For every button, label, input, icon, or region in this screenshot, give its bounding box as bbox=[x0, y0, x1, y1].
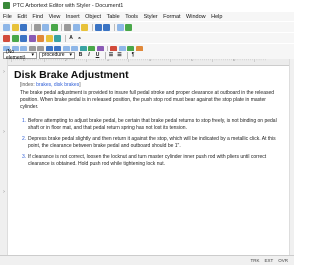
menu-window[interactable]: Window bbox=[186, 14, 206, 20]
tag-gutter: › › › bbox=[0, 59, 8, 255]
style-select[interactable]: procedure ▾ bbox=[39, 51, 75, 59]
vertical-scrollbar[interactable] bbox=[289, 59, 294, 255]
title-bar: PTC Arbortext Editor with Styler - Docum… bbox=[0, 0, 294, 11]
preview-icon[interactable] bbox=[54, 34, 61, 42]
status-bar: TRK EXT OVR bbox=[0, 255, 294, 265]
modify-attributes-icon[interactable] bbox=[37, 34, 44, 42]
save-icon[interactable] bbox=[20, 23, 27, 31]
undo-icon[interactable] bbox=[94, 23, 102, 31]
bulleted-list-icon[interactable]: ☰ bbox=[108, 52, 115, 59]
toolbar-divider bbox=[91, 23, 93, 31]
split-icon[interactable] bbox=[20, 34, 27, 42]
status-ext[interactable]: EXT bbox=[264, 258, 273, 263]
check-icon[interactable] bbox=[125, 23, 132, 31]
spellcheck-icon[interactable] bbox=[50, 23, 58, 31]
toolbar-divider bbox=[113, 23, 115, 31]
print-icon[interactable] bbox=[33, 23, 41, 31]
open-folder-icon[interactable] bbox=[11, 23, 19, 31]
chevron-down-icon: ▾ bbox=[31, 52, 34, 58]
section-marker-icon[interactable]: › bbox=[1, 69, 7, 75]
document-title: Disk Brake Adjustment bbox=[14, 69, 129, 81]
step-number: 2. bbox=[22, 136, 27, 142]
menu-tools[interactable]: Tools bbox=[125, 14, 138, 20]
index-close: ] bbox=[79, 82, 81, 88]
italic-button[interactable]: I bbox=[86, 52, 93, 59]
app-icon bbox=[3, 2, 10, 9]
menu-styler[interactable]: Styler bbox=[144, 14, 158, 20]
index-entry: [index: brakes, disk brakes] bbox=[20, 82, 81, 88]
list-item: 2. Depress brake pedal slightly and then… bbox=[20, 136, 284, 150]
standard-toolbar bbox=[0, 22, 294, 32]
menu-help[interactable]: Help bbox=[211, 14, 222, 20]
intro-paragraph: The brake pedal adjustment is provided t… bbox=[20, 90, 275, 110]
font-size-decrease-icon[interactable]: a bbox=[76, 35, 83, 42]
change-markup-icon[interactable] bbox=[11, 34, 19, 42]
toolbar-divider bbox=[64, 34, 66, 42]
list-marker-icon[interactable]: › bbox=[1, 129, 7, 135]
menu-bar: File Edit Find View Insert Object Table … bbox=[0, 12, 294, 21]
chevron-down-icon: ▾ bbox=[69, 52, 72, 58]
toolbar-divider bbox=[30, 23, 32, 31]
step-number: 1. bbox=[22, 118, 27, 124]
menu-object[interactable]: Object bbox=[85, 14, 101, 20]
menu-edit[interactable]: Edit bbox=[17, 14, 26, 20]
menu-insert[interactable]: Insert bbox=[66, 14, 80, 20]
join-icon[interactable] bbox=[28, 34, 36, 42]
list-marker-icon[interactable]: › bbox=[1, 189, 7, 195]
menu-view[interactable]: View bbox=[49, 14, 61, 20]
menu-find[interactable]: Find bbox=[32, 14, 43, 20]
menu-format[interactable]: Format bbox=[163, 14, 180, 20]
print-preview-icon[interactable] bbox=[42, 23, 49, 31]
copy-icon[interactable] bbox=[72, 23, 80, 31]
insert-markup-icon[interactable] bbox=[3, 34, 10, 42]
toolbar-divider bbox=[61, 23, 62, 31]
format-toolbar: (No element) ▾ procedure ▾ B I U ☰ ☰ ¶ bbox=[0, 49, 294, 61]
cut-icon[interactable] bbox=[64, 23, 71, 31]
font-size-icon[interactable]: A bbox=[68, 35, 75, 42]
index-label: [index: bbox=[20, 82, 37, 88]
status-trk[interactable]: TRK bbox=[250, 258, 259, 263]
paste-icon[interactable] bbox=[81, 23, 88, 31]
menu-table[interactable]: Table bbox=[107, 14, 120, 20]
paragraph-mark-icon[interactable]: ¶ bbox=[130, 52, 137, 59]
step-number: 3. bbox=[22, 154, 27, 160]
numbered-list-icon[interactable]: ☰ bbox=[116, 52, 123, 59]
list-item: 1. Before attempting to adjust brake ped… bbox=[20, 118, 284, 132]
toolbar-divider bbox=[104, 51, 106, 59]
menu-file[interactable]: File bbox=[3, 14, 12, 20]
document-area[interactable]: Disk Brake Adjustment [index: brakes, di… bbox=[10, 68, 288, 254]
markup-toolbar: A a bbox=[0, 33, 294, 43]
step-text: Before attempting to adjust brake pedal,… bbox=[28, 118, 277, 131]
index-term: brakes, disk brakes bbox=[36, 82, 80, 88]
full-tags-icon[interactable] bbox=[45, 34, 53, 42]
ruler: ·|·····1·········|·········2·········|··… bbox=[8, 59, 289, 66]
step-text: Depress brake pedal slightly and then re… bbox=[28, 136, 276, 149]
style-select-value: procedure bbox=[42, 52, 65, 58]
list-item: 3. If clearance is not correct, loosen t… bbox=[20, 154, 284, 168]
step-text: If clearance is not correct, loosen the … bbox=[28, 154, 267, 167]
redo-icon[interactable] bbox=[103, 23, 110, 31]
element-select[interactable]: (No element) ▾ bbox=[3, 49, 37, 61]
find-icon[interactable] bbox=[116, 23, 124, 31]
toolbar-divider bbox=[126, 51, 128, 59]
window-title: PTC Arbortext Editor with Styler - Docum… bbox=[13, 2, 124, 9]
bold-button[interactable]: B bbox=[77, 52, 84, 59]
underline-button[interactable]: U bbox=[94, 52, 101, 59]
new-document-icon[interactable] bbox=[3, 23, 10, 31]
status-ovr[interactable]: OVR bbox=[278, 258, 288, 263]
